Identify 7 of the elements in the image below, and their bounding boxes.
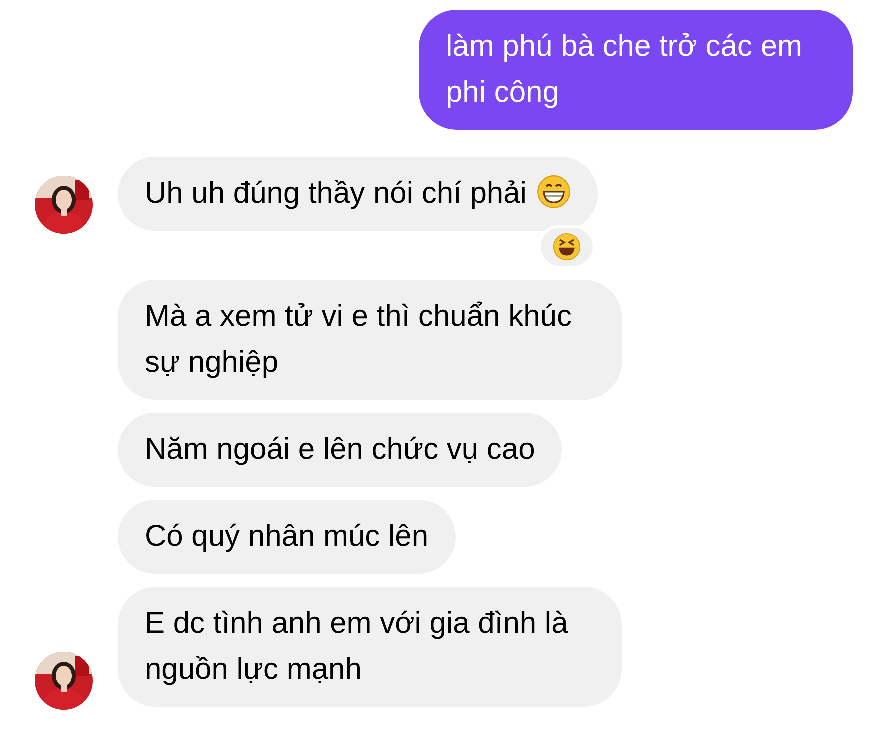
laughing-face-icon [552,233,581,261]
received-message: Có quý nhân múc lên [118,500,456,574]
received-message: Năm ngoái e lên chức vụ cao [118,413,562,487]
sent-message: làm phú bà che trở các em phi công [419,10,853,130]
received-message: Uh uh đúng thầy nói chí phải [118,157,598,231]
received-message: Mà a xem tử vi e thì chuẩn khúc sự nghiệp [118,280,622,400]
received-message: E dc tình anh em với gia đình là nguồn lực mạnh [118,587,622,707]
